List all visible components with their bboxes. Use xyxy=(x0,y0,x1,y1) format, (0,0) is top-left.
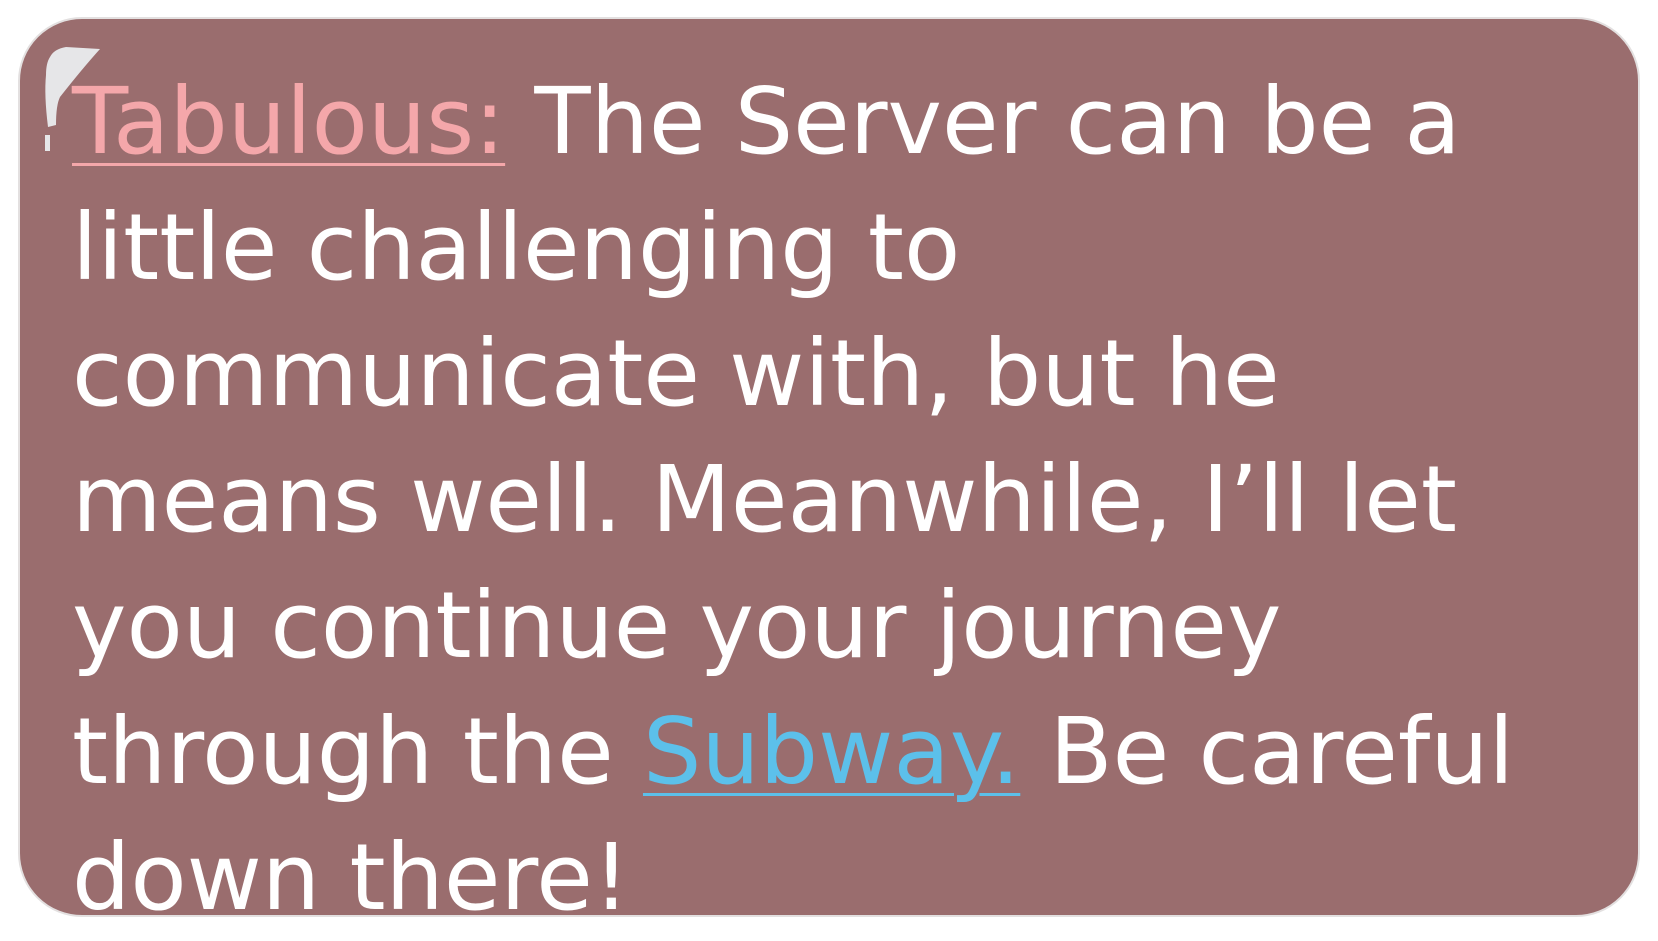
dialog-text: Tabulous: The Server can be a little cha… xyxy=(72,59,1612,941)
speaker-name: Tabulous: xyxy=(72,68,506,175)
keyword-link[interactable]: Subway. xyxy=(643,698,1020,805)
dialog-box[interactable]: Tabulous: The Server can be a little cha… xyxy=(18,17,1640,931)
dialog-line-part1: The Server can be a little challenging t… xyxy=(72,68,1461,805)
